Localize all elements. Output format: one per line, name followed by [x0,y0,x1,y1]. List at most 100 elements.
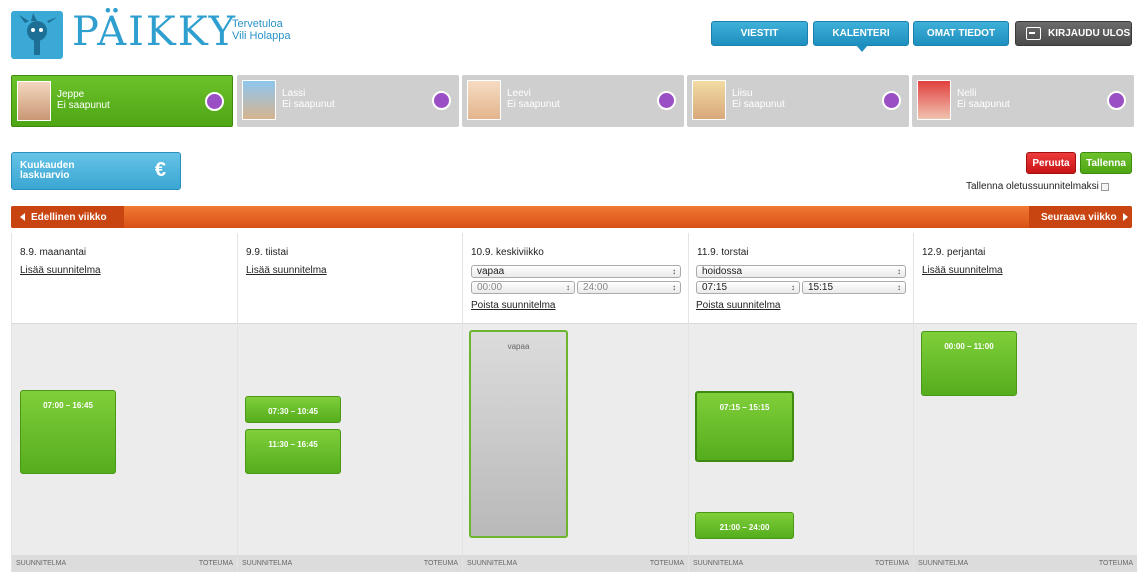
add-plan-link[interactable]: Lisää suunnitelma [20,265,101,276]
plan-column-label: SUUNNITELMA [16,560,67,567]
actual-column-label: TOTEUMA [423,560,458,567]
save-button[interactable]: Tallenna [1080,152,1132,174]
previous-week-button[interactable]: Edellinen viikko [11,206,124,228]
day-footer: SUUNNITELMA TOTEUMA [914,555,1137,572]
child-name: Nelli [957,88,977,99]
arrow-left-icon [20,213,25,221]
child-tab-lassi[interactable]: Lassi Ei saapunut [237,75,459,127]
remove-plan-link[interactable]: Poista suunnitelma [696,300,781,311]
header: PÄIKKY Tervetuloa Vili Holappa VIESTIT K… [0,0,1137,70]
plan-column-label: SUUNNITELMA [242,560,293,567]
day-footer: SUUNNITELMA TOTEUMA [689,555,913,572]
actual-column-label: TOTEUMA [1098,560,1133,567]
child-photo-avatar [17,81,51,121]
end-time-select[interactable]: 15:15 [802,281,906,294]
welcome-text: Tervetuloa Vili Holappa [232,18,291,42]
day-timeline: 07:30 – 10:45 11:30 – 16:45 [238,323,462,555]
day-column-tuesday: 9.9. tiistai Lisää suunnitelma 07:30 – 1… [237,233,462,572]
remove-plan-link[interactable]: Poista suunnitelma [471,300,556,311]
child-status: Ei saapunut [57,100,110,111]
end-time-select[interactable]: 24:00 [577,281,681,294]
next-week-label: Seuraava viikko [1041,211,1117,223]
child-tab-jeppe[interactable]: Jeppe Ei saapunut [11,75,233,127]
child-photo-avatar [467,80,501,120]
add-plan-link[interactable]: Lisää suunnitelma [246,265,327,276]
plan-column-label: SUUNNITELMA [693,560,744,567]
child-status: Ei saapunut [957,99,1010,110]
day-header: 9.9. tiistai Lisää suunnitelma [238,233,462,323]
child-name: Liisu [732,88,753,99]
plan-block[interactable]: 00:00 – 11:00 [921,331,1017,396]
child-status: Ei saapunut [507,99,560,110]
plan-block[interactable]: 07:00 – 16:45 [20,390,116,474]
cancel-button[interactable]: Peruuta [1026,152,1076,174]
plan-column-label: SUUNNITELMA [467,560,518,567]
nav-kalenteri-button[interactable]: KALENTERI [813,21,909,52]
child-photo-avatar [242,80,276,120]
day-column-thursday: 11.9. torstai hoidossa 07:15 15:15 Poist… [688,233,913,572]
euro-icon: € [154,159,166,181]
actual-column-label: TOTEUMA [198,560,233,567]
child-name: Jeppe [57,89,85,100]
logo-text: PÄIKKY [72,9,238,55]
day-column-monday: 8.9. maanantai Lisää suunnitelma 07:00 –… [11,233,237,572]
previous-week-label: Edellinen viikko [31,211,107,223]
child-tab-liisu[interactable]: Liisu Ei saapunut [687,75,909,127]
logout-icon [1026,27,1041,40]
status-dot-icon [1107,91,1126,110]
day-timeline: 00:00 – 11:00 [914,323,1137,555]
day-header: 12.9. perjantai Lisää suunnitelma [914,233,1137,323]
plan-type-select[interactable]: vapaa [471,265,681,278]
plan-block[interactable]: 07:30 – 10:45 [245,396,341,423]
plan-column-label: SUUNNITELMA [918,560,969,567]
logout-button[interactable]: KIRJAUDU ULOS [1015,21,1132,46]
day-timeline: 07:00 – 16:45 [12,323,237,555]
plan-type-select[interactable]: hoidossa [696,265,906,278]
child-photo-avatar [917,80,951,120]
child-name: Leevi [507,88,531,99]
day-footer: SUUNNITELMA TOTEUMA [12,555,237,572]
actual-column-label: TOTEUMA [649,560,684,567]
child-photo-avatar [692,80,726,120]
day-header: 11.9. torstai hoidossa 07:15 15:15 Poist… [689,233,913,323]
status-dot-icon [657,91,676,110]
day-title: 8.9. maanantai [20,247,87,258]
nav-omat-tiedot-button[interactable]: OMAT TIEDOT [913,21,1009,46]
day-title: 12.9. perjantai [922,247,986,258]
monthly-invoice-button[interactable]: Kuukauden laskuarvio € [11,152,181,190]
child-status: Ei saapunut [732,99,785,110]
day-timeline: 07:15 – 15:15 21:00 – 24:00 [689,323,913,555]
status-dot-icon [432,91,451,110]
day-timeline: vapaa [463,323,688,555]
nav-viestit-button[interactable]: VIESTIT [711,21,808,46]
plan-block[interactable]: 07:15 – 15:15 [695,391,794,462]
save-default-option: Tallenna oletussuunnitelmaksi [966,181,1109,192]
plan-block[interactable]: 21:00 – 24:00 [695,512,794,539]
status-dot-icon [205,92,224,111]
child-tab-nelli[interactable]: Nelli Ei saapunut [912,75,1134,127]
logo-mascot-icon [11,11,63,59]
day-footer: SUUNNITELMA TOTEUMA [238,555,462,572]
day-column-wednesday: 10.9. keskiviikko vapaa 00:00 24:00 Pois… [462,233,688,572]
status-dot-icon [882,91,901,110]
week-navigation-bar: Edellinen viikko Seuraava viikko [11,206,1132,228]
logout-label: KIRJAUDU ULOS [1048,28,1131,39]
day-header: 8.9. maanantai Lisää suunnitelma [12,233,237,323]
next-week-button[interactable]: Seuraava viikko [1029,206,1132,228]
add-plan-link[interactable]: Lisää suunnitelma [922,265,1003,276]
plan-block[interactable]: 11:30 – 16:45 [245,429,341,474]
actual-column-label: TOTEUMA [874,560,909,567]
day-header: 10.9. keskiviikko vapaa 00:00 24:00 Pois… [463,233,688,323]
arrow-right-icon [1122,213,1128,221]
start-time-select[interactable]: 07:15 [696,281,800,294]
day-title: 9.9. tiistai [246,247,289,258]
child-tab-leevi[interactable]: Leevi Ei saapunut [462,75,684,127]
start-time-select[interactable]: 00:00 [471,281,575,294]
plan-block-free[interactable]: vapaa [469,330,568,538]
day-title: 11.9. torstai [697,247,749,258]
save-default-label: Tallenna oletussuunnitelmaksi [966,181,1099,192]
save-default-checkbox[interactable] [1100,182,1109,191]
welcome-greeting: Tervetuloa [232,18,283,30]
day-column-friday: 12.9. perjantai Lisää suunnitelma 00:00 … [913,233,1137,572]
child-status: Ei saapunut [282,99,335,110]
